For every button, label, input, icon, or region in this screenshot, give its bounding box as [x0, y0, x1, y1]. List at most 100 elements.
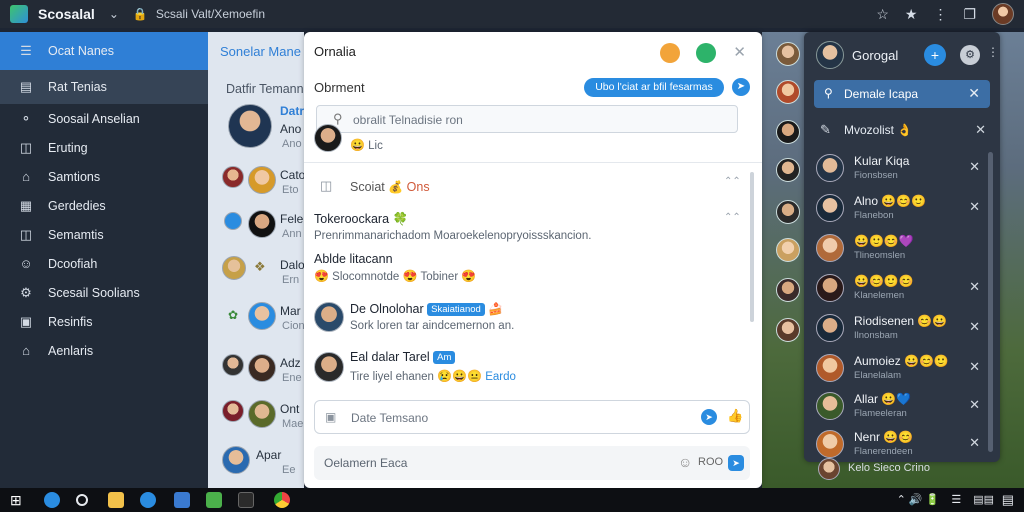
add-friend-button[interactable]: + [924, 44, 946, 66]
send-icon[interactable]: ➤ [701, 409, 717, 425]
avatar[interactable] [776, 158, 800, 182]
avatar [222, 354, 244, 376]
avatar[interactable] [776, 80, 800, 104]
sidebar-item-2[interactable]: ⚬ Soosail Anselian [0, 104, 208, 133]
close-icon[interactable]: ✕ [975, 122, 986, 138]
close-icon[interactable]: ✕ [733, 43, 746, 61]
search-icon[interactable] [76, 494, 88, 506]
list-item[interactable]: 😀😊🙂😊 Klanelemen ✕ [812, 270, 992, 306]
scrollbar[interactable] [750, 172, 754, 322]
bookmark-icon: ◫ [19, 226, 33, 242]
leaf-icon: ✿ [228, 308, 239, 322]
selected-item[interactable]: ⚲ Demale Icapa ✕ [814, 80, 990, 108]
section-label: Obrment [314, 80, 365, 95]
folder-icon[interactable] [108, 492, 124, 508]
star-icon[interactable]: ☆ [876, 6, 889, 23]
avatar [222, 400, 244, 422]
filter-button[interactable]: Ubo l'ciat ar bfil fesarmas [584, 78, 724, 97]
send-icon[interactable]: ➤ [728, 455, 744, 471]
store-icon[interactable] [174, 492, 190, 508]
sidebar-item-7[interactable]: ☺ Dcoofiah [0, 249, 208, 278]
close-icon[interactable]: ✕ [969, 319, 980, 335]
list-item[interactable]: Aumoiez 😀😊🙂 Elanelalam ✕ [812, 350, 992, 386]
avatar [816, 392, 844, 420]
gear-icon[interactable]: ⚙ [960, 45, 980, 65]
avatar[interactable] [776, 42, 800, 66]
list-item[interactable]: Riodisenen 😊😀 Ilnonsbam ✕ [812, 310, 992, 346]
home-icon: ⌂ [22, 169, 30, 184]
footer-text: Kelo Sieco Crino [848, 462, 930, 474]
close-icon[interactable]: ✕ [969, 397, 980, 413]
comment-input[interactable]: Oelamern Eaca ☺ ROO ➤ [314, 446, 750, 480]
sidebar-item-8[interactable]: ⚙ Scesail Soolians [0, 278, 208, 307]
avatar[interactable] [776, 318, 800, 342]
bookmark-icon: ◫ [19, 139, 33, 155]
user-icon: ☺ [19, 256, 33, 271]
bookmark-star-icon[interactable]: ★ [905, 6, 918, 23]
menu-icon[interactable]: ⋮ [933, 6, 947, 23]
contacts-title: Sonelar Mane [220, 44, 301, 59]
sidebar-item-1[interactable]: ▤ Rat Tenias [0, 70, 208, 104]
more-icon[interactable]: ⋮ [987, 45, 999, 59]
windows-start-icon[interactable]: ⊞ [10, 492, 22, 509]
avatar [248, 210, 276, 238]
chrome-icon[interactable] [274, 492, 290, 508]
list-item[interactable]: Allar 😀💙 Flameeleran ✕ [812, 388, 992, 424]
close-icon[interactable]: ✕ [969, 359, 980, 375]
avatar[interactable] [776, 200, 800, 224]
sidebar-item-6[interactable]: ◫ Semamtis [0, 220, 208, 249]
edge-icon[interactable] [140, 492, 156, 508]
expand-icon[interactable]: ⌃⌃ [724, 212, 741, 223]
contacts-subtitle: Datfir Temanno [226, 82, 304, 96]
call-icon[interactable] [696, 43, 716, 63]
like-icon[interactable]: 👍 [727, 408, 743, 424]
cake-icon: 🍰 [488, 302, 504, 316]
status-icon[interactable] [660, 43, 680, 63]
friends-title: Gorogal [852, 48, 899, 63]
address-path[interactable]: Scsali Valt/Xemoefin [156, 7, 265, 21]
avatar[interactable] [776, 120, 800, 144]
system-tray[interactable]: ⌃ 🔊 🔋 ☰ ▤▤ [897, 493, 994, 506]
app-icon[interactable] [206, 492, 222, 508]
avatar[interactable] [816, 41, 844, 69]
expand-icon[interactable]: ⌃⌃ [724, 176, 741, 187]
list-item[interactable]: Alno 😀😊🙂 Flanebon ✕ [812, 190, 992, 226]
chat-icon: ⚬ [20, 110, 32, 126]
avatar [248, 166, 276, 194]
search-input[interactable]: ⚲ obralit Telnadisie ron [316, 105, 738, 133]
app-icon[interactable] [238, 492, 254, 508]
list-item[interactable]: Nenr 😀😊 Flanerendeen ✕ [812, 426, 992, 462]
close-icon[interactable]: ✕ [969, 159, 980, 175]
avatar [224, 212, 242, 230]
app-logo-icon [10, 5, 28, 23]
list-item[interactable]: Kular Kiqa Fionsbsen ✕ [812, 150, 992, 186]
avatar [222, 166, 244, 188]
avatar[interactable] [776, 238, 800, 262]
message-input[interactable]: ▣ Date Temsano ➤ 👍 [314, 400, 750, 434]
sidebar-item-4[interactable]: ⌂ Samtions [0, 162, 208, 191]
home-icon: ⌂ [22, 343, 30, 358]
chevron-down-icon[interactable]: ⌄ [109, 7, 119, 21]
avatar[interactable] [776, 278, 800, 302]
send-icon[interactable]: ➤ [732, 78, 750, 96]
sidebar-item-5[interactable]: ▦ Gerdedies [0, 191, 208, 220]
close-icon[interactable]: ✕ [969, 279, 980, 295]
image-icon: ▣ [19, 313, 33, 329]
sidebar-item-9[interactable]: ▣ Resinfis [0, 307, 208, 336]
close-icon[interactable]: ✕ [969, 199, 980, 215]
list-item[interactable]: ✎ Mvozolist 👌 ✕ [820, 120, 990, 142]
close-icon[interactable]: ✕ [968, 85, 980, 102]
sidebar-item-10[interactable]: ⌂ Aenlaris [0, 336, 208, 365]
close-icon[interactable]: ✕ [969, 435, 980, 451]
sidebar-item-3[interactable]: ◫ Eruting [0, 133, 208, 162]
avatar[interactable] [992, 3, 1014, 25]
emoji-icon[interactable]: ☺ [678, 454, 692, 470]
sidebar-item-0[interactable]: ☰ Ocat Nanes [0, 32, 208, 70]
copy-icon[interactable]: ❐ [963, 6, 976, 23]
list-item[interactable]: 😀🙂😊💜 Tlineomslen [812, 230, 992, 266]
attach-icon[interactable]: ▣ [325, 410, 336, 424]
scrollbar[interactable] [988, 152, 993, 452]
notification-icon[interactable]: ▤ [1002, 492, 1014, 508]
panel-title: Ornalia [314, 44, 356, 59]
browser-icon[interactable] [44, 492, 60, 508]
